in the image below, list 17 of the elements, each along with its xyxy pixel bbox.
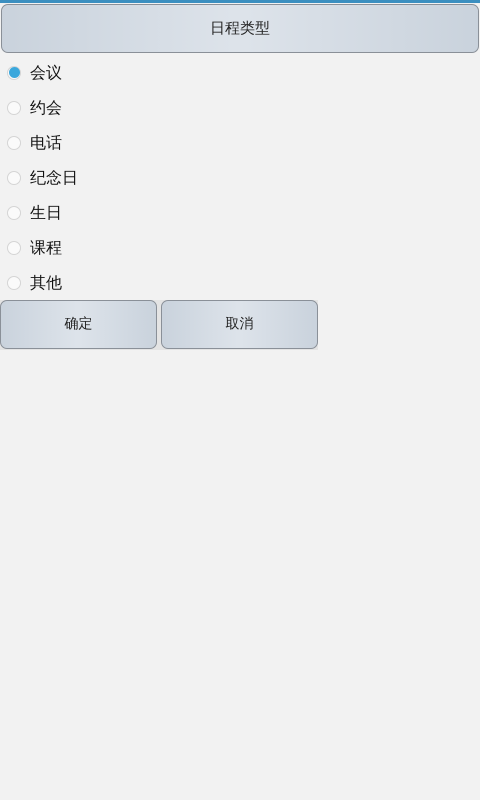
radio-button[interactable] xyxy=(7,276,21,290)
option-label: 电话 xyxy=(30,132,62,154)
dialog-title: 日程类型 xyxy=(1,4,479,53)
radio-button[interactable] xyxy=(7,206,21,220)
option-label: 其他 xyxy=(30,272,62,294)
confirm-button[interactable]: 确定 xyxy=(0,300,157,349)
radio-button[interactable] xyxy=(7,240,21,254)
radio-button[interactable] xyxy=(7,66,21,80)
option-label: 约会 xyxy=(30,96,62,118)
option-label: 课程 xyxy=(30,236,62,258)
cancel-button[interactable]: 取消 xyxy=(161,300,318,349)
option-label: 生日 xyxy=(30,202,62,224)
option-label: 会议 xyxy=(30,62,62,84)
radio-button[interactable] xyxy=(7,100,21,114)
option-label: 纪念日 xyxy=(30,166,78,188)
radio-button[interactable] xyxy=(7,136,21,150)
radio-button[interactable] xyxy=(7,170,21,184)
